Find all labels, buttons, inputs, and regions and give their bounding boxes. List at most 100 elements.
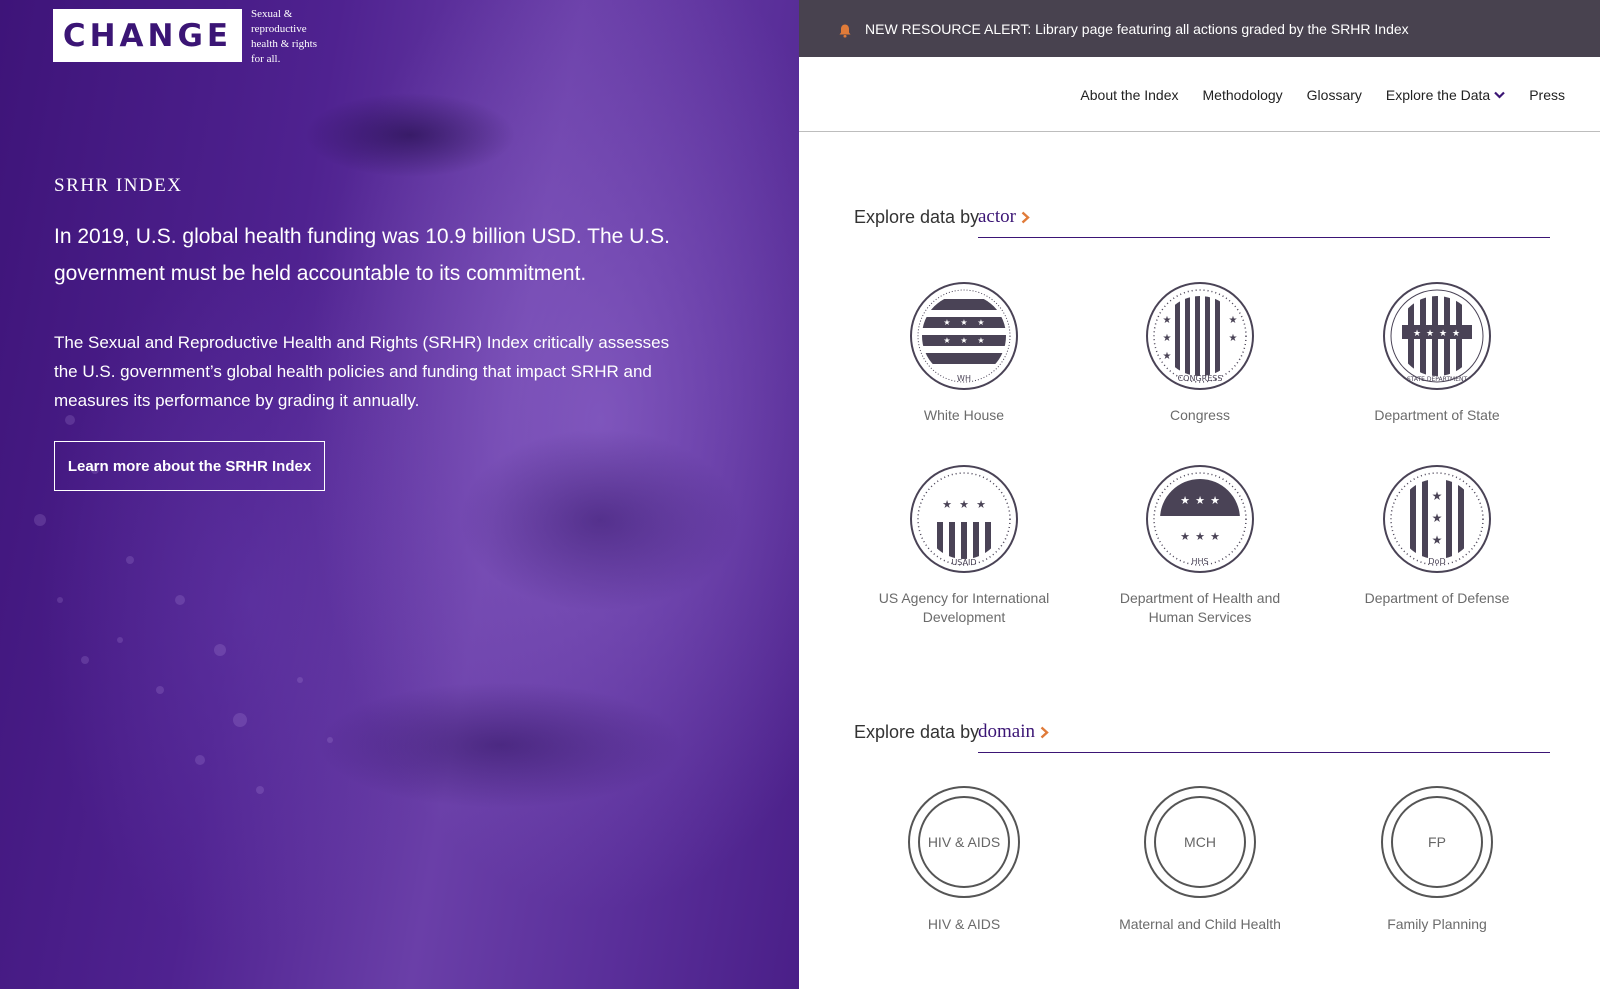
domain-label: HIV & AIDS — [927, 916, 1001, 932]
explore-by-actor-link[interactable]: actor — [978, 206, 1030, 228]
explore-by-domain-link[interactable]: domain — [978, 721, 1049, 743]
svg-text:★: ★ — [1163, 333, 1172, 344]
state-department-seal-icon: ★ ★ ★ ★ STATE DEPARTMENT — [1383, 282, 1491, 390]
tagline-line: reproductive — [251, 23, 307, 35]
chevron-right-icon — [1021, 211, 1030, 223]
svg-text:★: ★ — [1432, 489, 1443, 503]
nav-press[interactable]: Press — [1529, 87, 1565, 103]
change-logo[interactable]: CHANGE — [53, 9, 242, 62]
svg-text:★: ★ — [943, 318, 950, 327]
domain-tile-family-planning[interactable]: FP Family Planning — [1337, 786, 1537, 934]
svg-text:★: ★ — [977, 318, 984, 327]
actor-tile-white-house[interactable]: ★ ★ ★ ★ ★ ★ WH White House — [864, 281, 1064, 425]
actor-tile-department-of-defense[interactable]: ★ ★ ★ DoD Department of Defense — [1337, 464, 1537, 608]
hero-body: The Sexual and Reproductive Health and R… — [54, 333, 670, 410]
seal-text: CONGRESS — [1178, 374, 1223, 383]
svg-text:★: ★ — [1229, 315, 1238, 326]
domain-section-heading: Explore data by domain — [854, 713, 1550, 753]
logo-tagline: Sexual & reproductive health & rights fo… — [251, 7, 341, 67]
nav-explore-the-data[interactable]: Explore the Data — [1386, 87, 1505, 103]
actor-tile-congress[interactable]: ★ ★ ★ ★ ★ CONGRESS Congress — [1100, 281, 1300, 425]
explore-panel: NEW RESOURCE ALERT: Library page featuri… — [799, 0, 1600, 989]
chevron-right-icon — [1040, 726, 1049, 738]
congress-seal-icon: ★ ★ ★ ★ ★ CONGRESS — [1146, 282, 1254, 390]
svg-text:★: ★ — [1180, 530, 1190, 543]
actor-tile-hhs[interactable]: ★ ★ ★ ★ ★ ★ HHS Department of Health and Hum… — [1100, 464, 1300, 627]
actor-label: Department of Health and Human Services — [1119, 590, 1281, 625]
section-prefix: Explore data by — [854, 207, 980, 227]
domain-ring-icon: MCH — [1144, 786, 1256, 898]
actor-tile-usaid[interactable]: ★ ★ ★ USAID US Agency for International De… — [864, 464, 1064, 627]
svg-text:★: ★ — [1229, 333, 1238, 344]
section-divider — [978, 752, 1550, 753]
svg-text:★: ★ — [1432, 533, 1443, 547]
nav-methodology[interactable]: Methodology — [1203, 87, 1283, 103]
learn-more-button[interactable]: Learn more about the SRHR Index — [54, 441, 325, 491]
svg-text:★: ★ — [1439, 329, 1447, 339]
domain-label: Maternal and Child Health — [1119, 916, 1281, 932]
bell-icon — [839, 24, 851, 37]
domain-abbr: FP — [1391, 796, 1483, 888]
usaid-seal-icon: ★ ★ ★ USAID — [910, 465, 1018, 573]
hero-headline: In 2019, U.S. global health funding was … — [54, 225, 670, 285]
svg-text:★: ★ — [1210, 494, 1220, 507]
svg-text:★: ★ — [942, 498, 952, 511]
domain-abbr: HIV & AIDS — [918, 796, 1010, 888]
hero-eyebrow: SRHR INDEX — [54, 175, 183, 196]
section-key-label: actor — [978, 206, 1016, 227]
nav-about-the-index[interactable]: About the Index — [1080, 87, 1178, 103]
seal-text: DoD — [1428, 557, 1445, 566]
hero-section: CHANGE Sexual & reproductive health & ri… — [0, 0, 799, 989]
domain-label: Family Planning — [1387, 916, 1487, 932]
actor-label: White House — [923, 407, 1005, 423]
seal-text: USAID — [951, 558, 976, 567]
domain-tile-maternal-child-health[interactable]: MCH Maternal and Child Health — [1100, 786, 1300, 934]
nav-explore-label: Explore the Data — [1385, 87, 1491, 103]
chevron-down-icon — [1494, 91, 1505, 99]
section-prefix: Explore data by — [854, 722, 980, 742]
svg-text:★: ★ — [1210, 530, 1220, 543]
resource-alert-bar[interactable]: NEW RESOURCE ALERT: Library page featuri… — [799, 0, 1600, 57]
svg-text:★: ★ — [1195, 494, 1205, 507]
domain-ring-icon: HIV & AIDS — [908, 786, 1020, 898]
svg-text:★: ★ — [1432, 511, 1443, 525]
svg-text:★: ★ — [1413, 329, 1421, 339]
svg-text:★: ★ — [943, 336, 950, 345]
tagline-line: for all. — [251, 53, 281, 65]
actor-tile-department-of-state[interactable]: ★ ★ ★ ★ STATE DEPARTMENT Department of Stat… — [1337, 281, 1537, 425]
logo-wordmark: CHANGE — [62, 17, 233, 54]
tagline-line: health & rights — [251, 38, 317, 50]
svg-text:★: ★ — [1163, 351, 1172, 362]
seal-text: HHS — [1191, 557, 1208, 566]
svg-text:★: ★ — [1163, 315, 1172, 326]
hhs-seal-icon: ★ ★ ★ ★ ★ ★ HHS — [1146, 465, 1254, 573]
svg-text:★: ★ — [976, 498, 986, 511]
domain-tile-hiv-aids[interactable]: HIV & AIDS HIV & AIDS — [864, 786, 1064, 934]
svg-text:★: ★ — [1180, 494, 1190, 507]
svg-text:★: ★ — [960, 336, 967, 345]
actor-label: US Agency for International Development — [878, 590, 1050, 625]
seal-text: WH — [957, 374, 971, 383]
section-key-label: domain — [978, 721, 1035, 742]
actor-label: Department of Defense — [1364, 590, 1510, 606]
actor-label: Congress — [1170, 407, 1230, 423]
seal-text: STATE DEPARTMENT — [1407, 376, 1468, 383]
alert-text: NEW RESOURCE ALERT: Library page featuri… — [865, 20, 1409, 37]
svg-text:★: ★ — [977, 336, 984, 345]
svg-text:★: ★ — [960, 318, 967, 327]
svg-text:★: ★ — [1195, 530, 1205, 543]
domain-abbr: MCH — [1154, 796, 1246, 888]
hero-background-texture — [34, 415, 333, 794]
actor-label: Department of State — [1374, 407, 1500, 423]
svg-text:★: ★ — [1426, 329, 1434, 339]
white-house-seal-icon: ★ ★ ★ ★ ★ ★ WH — [910, 282, 1018, 390]
section-divider — [978, 237, 1550, 238]
domain-ring-icon: FP — [1381, 786, 1493, 898]
tagline-line: Sexual & — [251, 8, 293, 20]
nav-glossary[interactable]: Glossary — [1307, 87, 1362, 103]
svg-text:★: ★ — [1452, 329, 1460, 339]
actor-section-heading: Explore data by actor — [854, 198, 1550, 238]
main-nav: About the Index Methodology Glossary Exp… — [799, 57, 1600, 132]
dod-seal-icon: ★ ★ ★ DoD — [1383, 465, 1491, 573]
svg-text:★: ★ — [959, 498, 969, 511]
